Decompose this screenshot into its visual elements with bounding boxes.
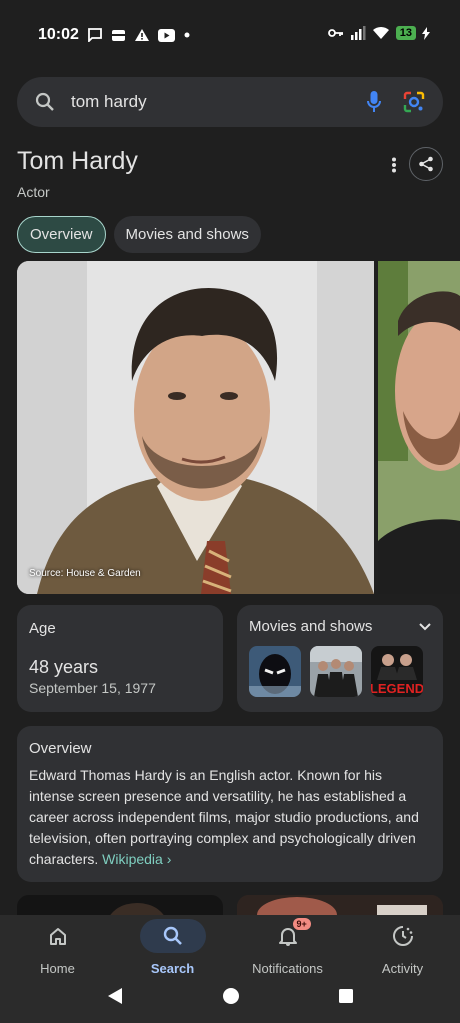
more-vert-icon[interactable] xyxy=(391,157,397,173)
portrait-illustration xyxy=(17,261,374,594)
bell-icon xyxy=(278,928,297,946)
recents-icon[interactable] xyxy=(338,988,354,1004)
wifi-icon xyxy=(372,26,389,39)
activity-icon xyxy=(392,926,413,946)
nav-home-label: Home xyxy=(40,961,75,976)
movie-thumbnail[interactable] xyxy=(249,646,301,697)
notification-badge: 9+ xyxy=(292,918,311,930)
chip-movies-and-shows[interactable]: Movies and shows xyxy=(113,216,261,253)
peek-image-left xyxy=(17,895,223,915)
dot-icon xyxy=(184,32,190,38)
entity-title: Tom Hardy xyxy=(17,147,138,175)
charging-icon xyxy=(422,26,430,40)
share-button[interactable] xyxy=(409,147,443,181)
peek-card-right[interactable] xyxy=(237,895,443,915)
wallet-icon xyxy=(111,29,125,41)
age-card[interactable]: Age 48 years September 15, 1977 xyxy=(17,605,223,712)
image-source: Source: House & Garden xyxy=(29,568,141,579)
overview-text: Edward Thomas Hardy is an English actor.… xyxy=(29,765,431,870)
movie-thumbnails: LEGEND xyxy=(249,646,431,697)
search-input[interactable]: tom hardy xyxy=(71,92,367,112)
signal-icon xyxy=(350,26,366,40)
search-icon xyxy=(35,92,54,111)
nav-activity-icon-wrap xyxy=(370,919,436,953)
home-icon xyxy=(49,928,66,945)
chip-bar: Overview Movies and shows xyxy=(17,216,261,253)
nav-home[interactable]: Home xyxy=(0,919,115,976)
status-left: 10:02 xyxy=(38,26,191,44)
title-row: Tom Hardy xyxy=(17,147,443,187)
home-circle-icon[interactable] xyxy=(222,987,240,1005)
back-icon[interactable] xyxy=(106,987,124,1005)
second-photo[interactable] xyxy=(378,261,460,594)
overview-card: Overview Edward Thomas Hardy is an Engli… xyxy=(17,726,443,882)
nav-activity-label: Activity xyxy=(381,961,424,976)
status-time: 10:02 xyxy=(38,26,79,43)
nav-search-icon-wrap xyxy=(139,919,206,953)
nav-notifications[interactable]: 9+ Notifications xyxy=(230,918,345,976)
chat-icon xyxy=(88,28,102,42)
nav-notifications-label: Notifications xyxy=(252,961,323,976)
battery-icon: 13 xyxy=(395,26,416,40)
nav-search-label: Search xyxy=(150,961,195,976)
birth-date: September 15, 1977 xyxy=(29,680,156,696)
main-photo[interactable]: Source: House & Garden xyxy=(17,261,374,594)
nav-activity[interactable]: Activity xyxy=(345,919,460,976)
status-right: 13 xyxy=(327,26,430,40)
status-bar: 10:02 13 xyxy=(0,0,460,68)
overview-body: Edward Thomas Hardy is an English actor.… xyxy=(29,767,419,867)
movie-poster-venom xyxy=(249,646,301,697)
movie-poster-legend: LEGEND xyxy=(371,646,423,697)
lens-icon[interactable] xyxy=(403,91,425,113)
chevron-down-icon[interactable] xyxy=(419,622,431,631)
movie-thumbnail[interactable] xyxy=(310,646,362,697)
movies-card[interactable]: Movies and shows LEGEND xyxy=(237,605,443,712)
legend-text: LEGEND xyxy=(371,681,423,696)
portrait-illustration-2 xyxy=(378,261,460,594)
image-gallery[interactable]: Source: House & Garden xyxy=(17,261,460,594)
wikipedia-link[interactable]: Wikipedia › xyxy=(102,851,171,867)
nav-home-icon-wrap xyxy=(25,919,91,953)
share-icon xyxy=(419,156,433,172)
nav-items: Home Search 9+ Notifications Activity xyxy=(0,915,460,976)
movies-label: Movies and shows xyxy=(249,618,373,635)
knowledge-panel: Tom Hardy Actor Overview Movies and show… xyxy=(0,137,460,915)
system-navigation xyxy=(0,987,460,1005)
overview-label: Overview xyxy=(29,740,92,757)
bottom-navigation: Home Search 9+ Notifications Activity xyxy=(0,915,460,1023)
movie-thumbnail[interactable]: LEGEND xyxy=(371,646,423,697)
age-label: Age xyxy=(29,620,56,637)
chip-overview[interactable]: Overview xyxy=(17,216,106,253)
nav-search[interactable]: Search xyxy=(115,919,230,976)
peek-card-left[interactable] xyxy=(17,895,223,915)
movies-card-header: Movies and shows xyxy=(249,618,431,635)
mic-icon[interactable] xyxy=(367,91,381,113)
warning-icon xyxy=(134,29,149,41)
search-bar[interactable]: tom hardy xyxy=(17,77,443,127)
age-value: 48 years xyxy=(29,657,99,677)
search-icon xyxy=(163,926,182,945)
nav-notifications-icon-wrap: 9+ xyxy=(255,918,321,953)
peek-image-right xyxy=(237,895,443,915)
youtube-icon xyxy=(157,28,175,42)
key-icon xyxy=(327,29,343,37)
movie-poster-group xyxy=(310,646,362,697)
entity-subtitle: Actor xyxy=(17,184,50,200)
